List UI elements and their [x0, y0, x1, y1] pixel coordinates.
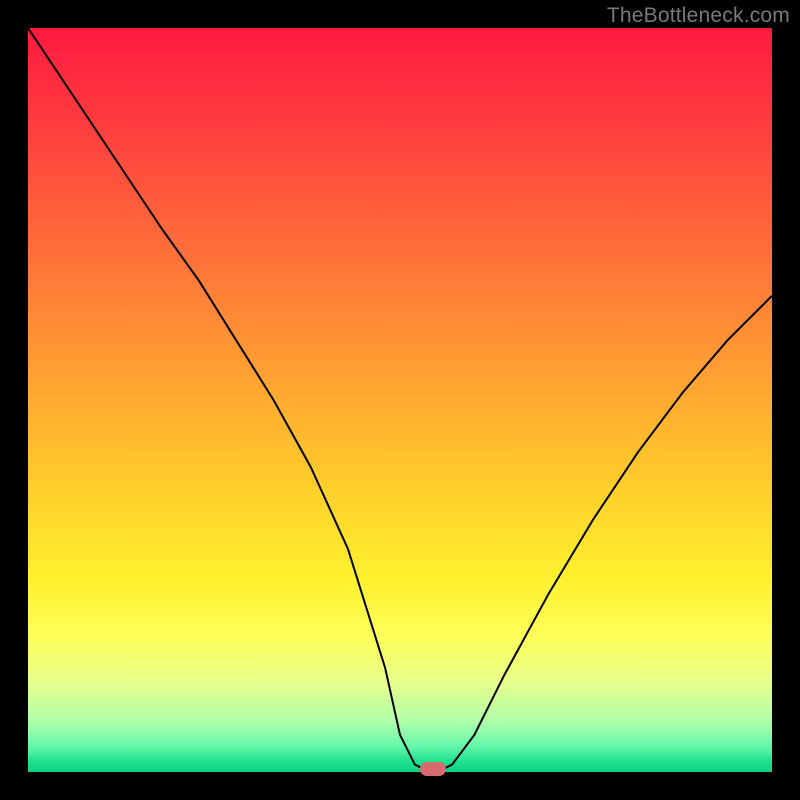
watermark-text: TheBottleneck.com [607, 4, 790, 28]
optimal-point-marker [420, 762, 446, 776]
gradient-background [28, 28, 772, 772]
bottleneck-chart [28, 28, 772, 772]
chart-frame: TheBottleneck.com [0, 0, 800, 800]
